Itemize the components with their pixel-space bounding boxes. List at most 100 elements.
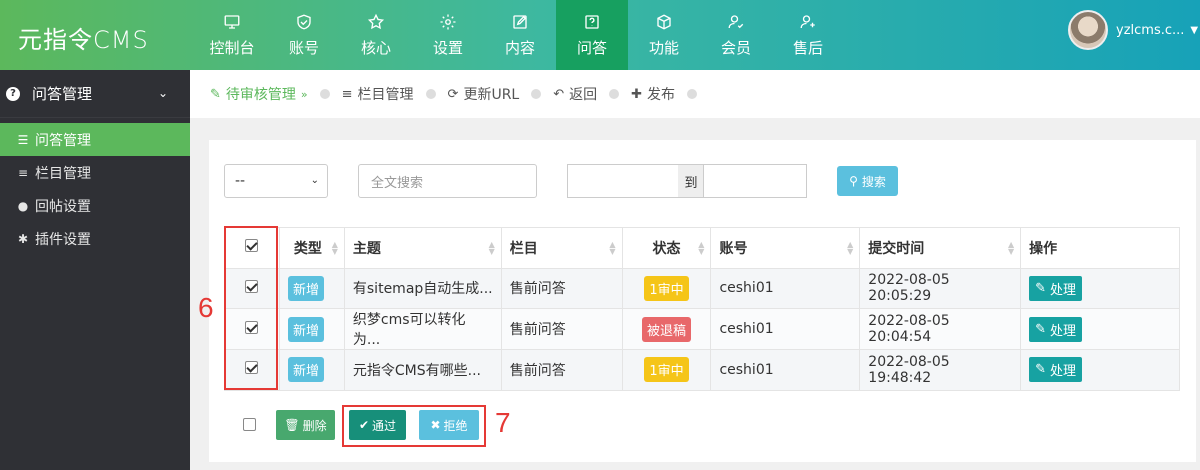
table-row: 新增 织梦cms可以转化为... 售前问答 被退稿 ceshi01 2022-0…	[224, 308, 1180, 350]
sidebar-item-qa[interactable]: ☰ 问答管理	[0, 123, 190, 156]
bulk-select-checkbox[interactable]	[243, 418, 256, 431]
question-circle-icon: ?	[6, 86, 20, 101]
sidebar-header[interactable]: ? 问答管理 ⌄	[0, 70, 190, 118]
nav-dashboard[interactable]: 控制台	[196, 0, 268, 70]
comments-icon: ●	[17, 198, 29, 213]
table-row: 新增 元指令CMS有哪些... 售前问答 1审中 ceshi01 2022-08…	[224, 349, 1180, 391]
bars-icon: ≡	[17, 165, 29, 180]
annotation-box-6	[224, 226, 278, 390]
cog-icon: ✱	[17, 231, 29, 246]
category-cell: 售前问答	[500, 308, 623, 350]
top-bar: 元指令CMS 控制台 账号 核心 设置 内容 问答 功能 会员 售后 yzlcm…	[0, 0, 1200, 70]
process-button[interactable]: ✎ 处理	[1029, 357, 1083, 383]
update-url-label: 更新URL	[463, 87, 520, 103]
nav-label: 账号	[288, 38, 319, 57]
annotation-number-7: 7	[495, 407, 511, 438]
col-status[interactable]: 状态 ▲ ▼	[621, 227, 712, 269]
type-cell: 新增	[278, 349, 345, 391]
search-icon: ⚲	[849, 174, 858, 188]
sidebar-item-reply-settings[interactable]: ● 回帖设置	[0, 189, 190, 222]
chevron-down-icon: ⌄	[157, 86, 168, 100]
nav-account[interactable]: 账号	[268, 0, 340, 70]
edit-icon: ✎	[1035, 321, 1047, 337]
nav-members[interactable]: 会员	[700, 0, 772, 70]
end-date-input[interactable]	[703, 164, 807, 198]
col-action: 操作	[1020, 227, 1180, 269]
nav-core[interactable]: 核心	[340, 0, 412, 70]
chevron-double-down-icon: »	[300, 87, 308, 101]
col-account[interactable]: 账号 ▲ ▼	[710, 227, 861, 269]
type-badge: 新增	[287, 357, 324, 383]
type-select[interactable]: -- ⌄	[224, 164, 328, 198]
sidebar-item-plugin-settings[interactable]: ✱ 插件设置	[0, 222, 190, 255]
nav-qa[interactable]: 问答	[556, 0, 628, 70]
account-cell: ceshi01	[710, 349, 861, 391]
col-title[interactable]: 主题 ▲ ▼	[343, 227, 502, 269]
app-logo[interactable]: 元指令CMS	[18, 20, 149, 55]
col-category[interactable]: 栏目 ▲ ▼	[500, 227, 623, 269]
back-link[interactable]: ↶ 返回	[553, 84, 597, 104]
search-input[interactable]: 全文搜索	[358, 164, 537, 198]
separator-dot	[531, 89, 542, 99]
process-button-label: 处理	[1050, 323, 1077, 339]
title-cell[interactable]: 元指令CMS有哪些...	[343, 349, 502, 391]
trash-icon: 🗑	[284, 418, 300, 432]
pending-review-link[interactable]: ✎ 待审核管理 »	[210, 84, 308, 104]
search-button[interactable]: ⚲ 搜索	[837, 166, 898, 196]
shield-icon	[295, 13, 313, 31]
type-badge: 新增	[287, 275, 324, 301]
title-cell[interactable]: 织梦cms可以转化为...	[343, 308, 502, 350]
category-cell: 售前问答	[500, 267, 623, 309]
user-menu[interactable]: yzlcms.c... ▼	[1068, 10, 1198, 50]
nav-label: 核心	[360, 38, 391, 57]
nav-label: 内容	[504, 38, 535, 57]
chevron-down-icon: ▼	[1190, 24, 1199, 36]
nav-settings[interactable]: 设置	[412, 0, 484, 70]
category-link[interactable]: ≡ 栏目管理	[342, 84, 414, 104]
qa-table: 类型 ▲ ▼ 主题 ▲ ▼ 栏目 ▲ ▼ 状态 ▲ ▼ 账号 ▲ ▼ 提交时间 ▲ ▼ 操作 新增 有s…	[224, 227, 1180, 391]
sort-icon: ▲ ▼	[488, 240, 495, 256]
status-badge: 1审中	[644, 357, 689, 383]
list-icon: ☰	[17, 132, 29, 147]
separator-dot	[609, 89, 620, 99]
time-cell: 2022-08-05 20:04:54	[859, 308, 1022, 350]
nav-aftersales[interactable]: 售后	[772, 0, 844, 70]
nav-content[interactable]: 内容	[484, 0, 556, 70]
account-cell: ceshi01	[710, 308, 861, 350]
sidebar-item-category[interactable]: ≡ 栏目管理	[0, 156, 190, 189]
table-header-row: 类型 ▲ ▼ 主题 ▲ ▼ 栏目 ▲ ▼ 状态 ▲ ▼ 账号 ▲ ▼ 提交时间 ▲ ▼ 操作	[224, 227, 1180, 269]
update-url-link[interactable]: ⟳ 更新URL	[448, 84, 520, 104]
avatar[interactable]	[1068, 10, 1108, 50]
sidebar-item-label: 问答管理	[35, 132, 91, 149]
delete-button[interactable]: 🗑 删除	[276, 410, 335, 440]
col-type[interactable]: 类型 ▲ ▼	[278, 227, 345, 269]
nav-features[interactable]: 功能	[628, 0, 700, 70]
username: yzlcms.c...	[1116, 22, 1185, 38]
edit-icon	[511, 13, 529, 31]
publish-label: 发布	[647, 87, 676, 103]
chevron-down-icon: ⌄	[310, 175, 319, 186]
col-title-label: 主题	[352, 240, 381, 257]
process-button-label: 处理	[1050, 364, 1077, 380]
account-cell: ceshi01	[710, 267, 861, 309]
annotation-box-7	[342, 405, 486, 447]
edit-icon: ✎	[1035, 280, 1047, 296]
process-button[interactable]: ✎ 处理	[1029, 316, 1083, 342]
type-select-value: --	[235, 173, 246, 189]
col-time-label: 提交时间	[868, 240, 925, 257]
separator-dot	[687, 89, 698, 99]
start-date-input[interactable]	[567, 164, 679, 198]
status-badge: 被退稿	[641, 316, 691, 342]
col-time[interactable]: 提交时间 ▲ ▼	[859, 227, 1022, 269]
action-cell: ✎ 处理	[1020, 308, 1180, 350]
col-account-label: 账号	[719, 240, 748, 257]
col-action-label: 操作	[1029, 240, 1058, 257]
sidebar-item-label: 栏目管理	[35, 165, 91, 182]
star-icon	[367, 13, 385, 31]
nav-label: 问答	[576, 38, 607, 57]
separator-dot	[425, 89, 436, 99]
toolbar: ✎ 待审核管理 » ≡ 栏目管理 ⟳ 更新URL ↶ 返回 ✚ 发布	[190, 70, 1200, 118]
process-button[interactable]: ✎ 处理	[1029, 275, 1083, 301]
publish-link[interactable]: ✚ 发布	[631, 84, 675, 104]
title-cell[interactable]: 有sitemap自动生成...	[343, 267, 502, 309]
